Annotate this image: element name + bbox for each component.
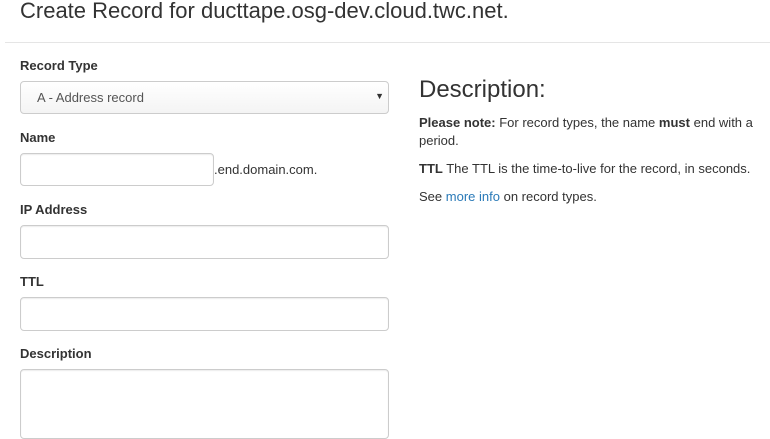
name-group: Name .end.domain.com. <box>20 130 389 186</box>
help-heading: Description: <box>419 76 546 103</box>
caret-down-icon: ▼ <box>375 91 384 101</box>
help-panel: Description: Please note: For record typ… <box>419 74 764 206</box>
name-label: Name <box>20 130 56 145</box>
help-ttl-text: The TTL is the time-to-live for the reco… <box>446 161 751 176</box>
help-note-emphasis: must <box>658 115 690 130</box>
help-see-suffix: on record types. <box>503 189 597 204</box>
record-type-label: Record Type <box>20 58 98 73</box>
ttl-label: TTL <box>20 274 44 289</box>
name-domain-suffix: .end.domain.com. <box>214 162 318 177</box>
record-type-group: Record Type A - Address record ▼ <box>20 58 389 114</box>
help-see-more: See more info on record types. <box>419 188 764 206</box>
help-ttl: TTL The TTL is the time-to-live for the … <box>419 160 764 178</box>
ip-address-label: IP Address <box>20 202 88 217</box>
ip-address-input[interactable] <box>20 225 389 259</box>
help-note-text-1: For record types, the name <box>499 115 656 130</box>
page-title: Create Record for ducttape.osg-dev.cloud… <box>20 0 509 23</box>
more-info-link[interactable]: more info <box>446 189 500 204</box>
record-type-selected-value: A - Address record <box>37 90 144 105</box>
description-group: Description <box>20 346 389 439</box>
name-row: .end.domain.com. <box>20 153 389 186</box>
ttl-input[interactable] <box>20 297 389 331</box>
help-see-prefix: See <box>419 189 443 204</box>
help-note-label: Please note: <box>419 115 496 130</box>
ip-address-group: IP Address <box>20 202 389 259</box>
help-note: Please note: For record types, the name … <box>419 114 764 150</box>
name-input[interactable] <box>20 153 214 186</box>
record-type-select[interactable]: A - Address record ▼ <box>20 81 389 114</box>
description-textarea[interactable] <box>20 369 389 439</box>
title-divider <box>5 42 770 43</box>
help-ttl-label: TTL <box>419 161 443 176</box>
ttl-group: TTL <box>20 274 389 331</box>
description-label: Description <box>20 346 92 361</box>
